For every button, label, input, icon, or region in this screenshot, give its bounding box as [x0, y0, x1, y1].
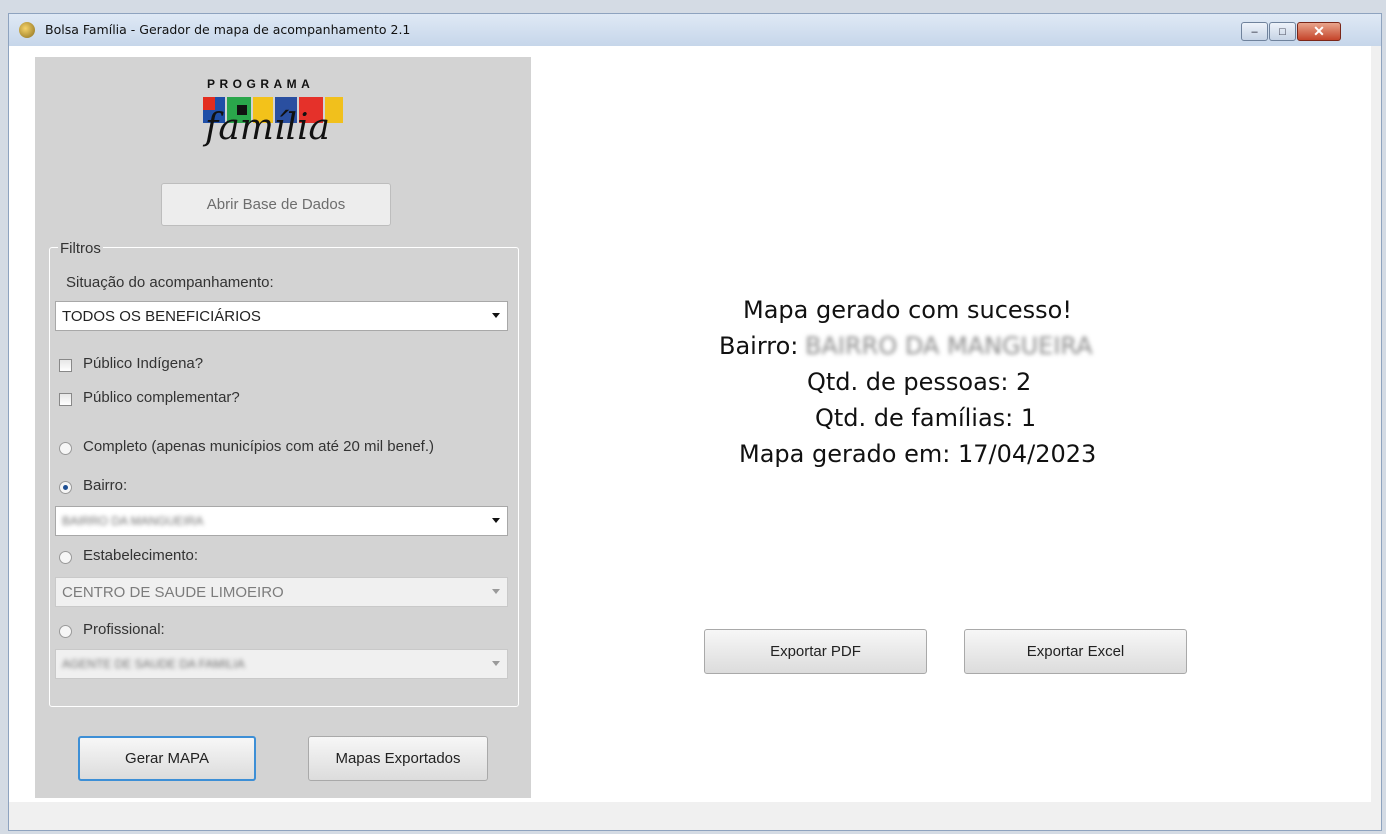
minimize-button[interactable]: – — [1241, 22, 1268, 41]
profissional-dropdown[interactable]: AGENTE DE SAUDE DA FAMILIA — [55, 649, 508, 679]
filters-legend: Filtros — [58, 240, 103, 257]
close-button[interactable]: ✕ — [1297, 22, 1341, 41]
bolsa-familia-logo: PROGRAMA família — [195, 77, 355, 157]
logo-text-programa: PROGRAMA — [207, 77, 315, 91]
profissional-value: AGENTE DE SAUDE DA FAMILIA — [62, 657, 245, 671]
result-data: Mapa gerado em: 17/04/2023 — [739, 440, 1097, 468]
result-familias: Qtd. de famílias: 1 — [815, 404, 1037, 432]
export-pdf-button[interactable]: Exportar PDF — [704, 629, 927, 674]
result-bairro-label: Bairro: — [719, 332, 799, 360]
app-window: Bolsa Família - Gerador de mapa de acomp… — [8, 13, 1382, 831]
result-success: Mapa gerado com sucesso! — [743, 296, 1072, 324]
logo-text-familia: família — [205, 107, 330, 148]
situacao-value: TODOS OS BENEFICIÁRIOS — [62, 307, 261, 325]
result-bairro-value: BAIRRO DA MANGUEIRA — [805, 332, 1093, 360]
complementar-label[interactable]: Público complementar? — [83, 389, 240, 406]
result-pessoas: Qtd. de pessoas: 2 — [807, 368, 1032, 396]
chevron-down-icon — [492, 589, 500, 594]
app-icon — [19, 22, 35, 38]
estabelecimento-value: CENTRO DE SAUDE LIMOEIRO — [62, 583, 284, 601]
chevron-down-icon — [492, 518, 500, 523]
estabelecimento-radio[interactable] — [59, 551, 72, 564]
chevron-down-icon — [492, 313, 500, 318]
status-bar — [9, 802, 1371, 830]
completo-radio[interactable] — [59, 442, 72, 455]
maximize-button[interactable]: □ — [1269, 22, 1296, 41]
indigena-label[interactable]: Público Indígena? — [83, 355, 203, 372]
estabelecimento-label[interactable]: Estabelecimento: — [83, 547, 198, 564]
mapas-exportados-button[interactable]: Mapas Exportados — [308, 736, 488, 781]
window-title: Bolsa Família - Gerador de mapa de acomp… — [45, 22, 411, 37]
profissional-radio[interactable] — [59, 625, 72, 638]
client-area: PROGRAMA família Abrir Base de Dados Fil… — [9, 46, 1371, 802]
bairro-dropdown[interactable]: BAIRRO DA MANGUEIRA — [55, 506, 508, 536]
bairro-radio[interactable] — [59, 481, 72, 494]
gerar-mapa-button[interactable]: Gerar MAPA — [78, 736, 256, 781]
bairro-dropdown-value: BAIRRO DA MANGUEIRA — [62, 514, 204, 528]
open-database-button[interactable]: Abrir Base de Dados — [161, 183, 391, 226]
estabelecimento-dropdown[interactable]: CENTRO DE SAUDE LIMOEIRO — [55, 577, 508, 607]
left-panel: PROGRAMA família Abrir Base de Dados Fil… — [35, 57, 531, 798]
chevron-down-icon — [492, 661, 500, 666]
completo-label[interactable]: Completo (apenas municípios com até 20 m… — [83, 438, 434, 455]
indigena-checkbox[interactable] — [59, 359, 72, 372]
complementar-checkbox[interactable] — [59, 393, 72, 406]
export-excel-button[interactable]: Exportar Excel — [964, 629, 1187, 674]
title-bar[interactable]: Bolsa Família - Gerador de mapa de acomp… — [9, 14, 1381, 46]
bairro-radio-label[interactable]: Bairro: — [83, 477, 127, 494]
situacao-dropdown[interactable]: TODOS OS BENEFICIÁRIOS — [55, 301, 508, 331]
situacao-label: Situação do acompanhamento: — [66, 274, 274, 291]
profissional-label[interactable]: Profissional: — [83, 621, 165, 638]
